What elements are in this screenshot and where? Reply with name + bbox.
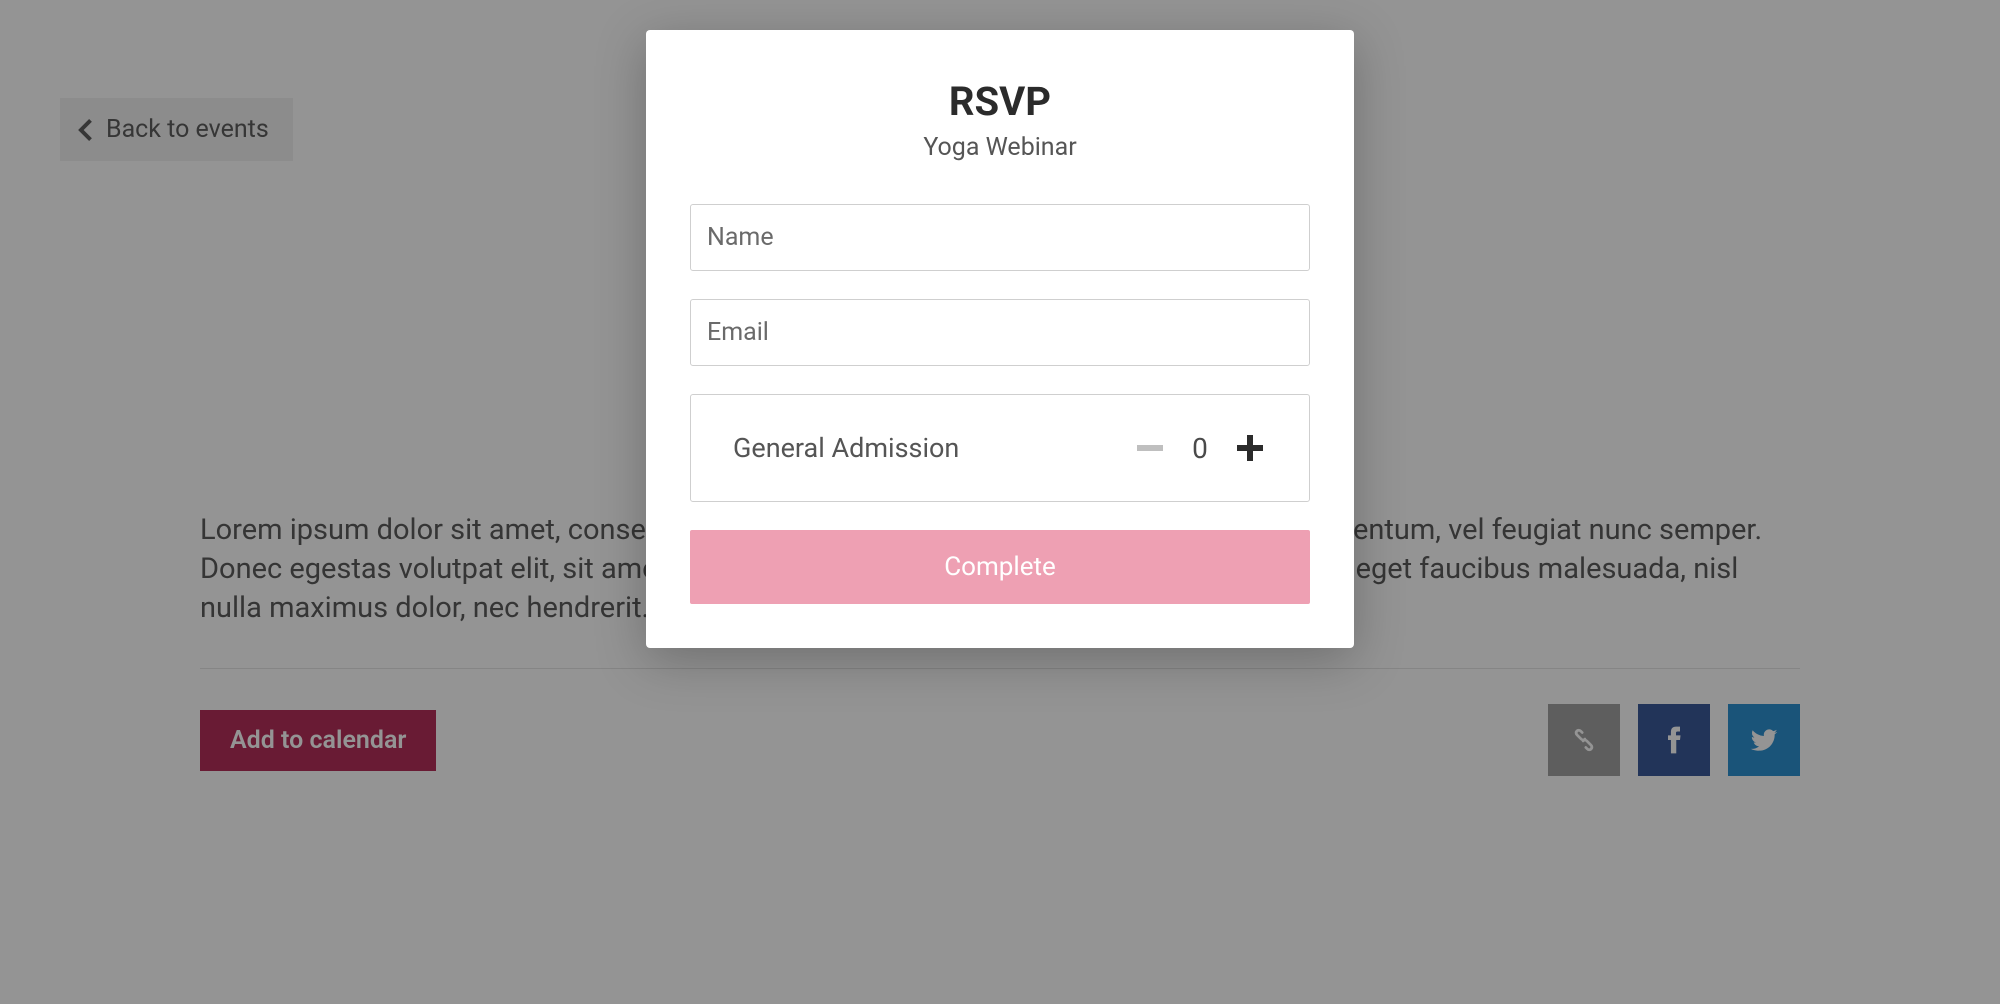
minus-icon [1137, 445, 1163, 451]
increment-button[interactable] [1233, 431, 1267, 465]
name-input[interactable] [690, 204, 1310, 271]
plus-icon [1237, 435, 1263, 461]
modal-overlay[interactable]: RSVP Yoga Webinar General Admission 0 Co… [0, 0, 2000, 1004]
quantity-stepper: 0 [1133, 431, 1267, 465]
email-input[interactable] [690, 299, 1310, 366]
modal-subtitle: Yoga Webinar [690, 133, 1310, 162]
admission-label: General Admission [733, 432, 959, 464]
modal-title: RSVP [690, 78, 1310, 125]
complete-button[interactable]: Complete [690, 530, 1310, 604]
quantity-value: 0 [1191, 432, 1209, 465]
decrement-button[interactable] [1133, 441, 1167, 455]
rsvp-modal: RSVP Yoga Webinar General Admission 0 Co… [646, 30, 1354, 648]
admission-box: General Admission 0 [690, 394, 1310, 502]
